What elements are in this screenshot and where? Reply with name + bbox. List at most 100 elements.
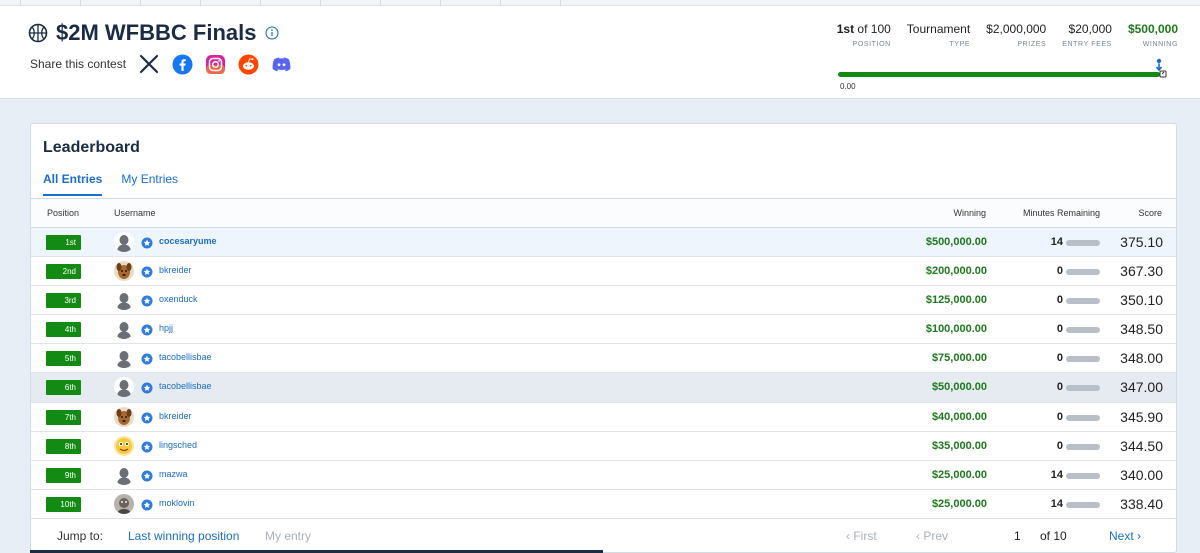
position-label: POSITION [852,41,891,48]
position-badge: 8th [46,438,81,454]
first-page-button[interactable]: ‹ First [846,529,877,543]
column-header-position[interactable]: Position [47,208,79,218]
username-link[interactable]: lingsched [159,440,197,450]
winnings-progress-bar [838,72,1160,77]
avatar[interactable] [114,493,134,514]
minutes-remaining: 14 [1050,497,1063,510]
position-badge: 7th [46,409,81,425]
table-row[interactable]: 10th moklovin $25,000.00 14 338.40 [31,490,1176,519]
minutes-remaining-bar [1066,327,1100,334]
next-page-button[interactable]: Next › [1109,529,1141,543]
my-entry-link[interactable]: My entry [265,529,311,543]
column-header-score[interactable]: Score [1138,208,1162,218]
minutes-remaining-bar [1066,472,1100,479]
badge-star-icon [141,381,153,394]
contest-header: $2M WFBBC Finals Share this contest 1st … [0,6,1200,99]
avatar[interactable] [114,377,134,398]
position-badge: 9th [46,467,81,483]
score-value: 375.10 [1120,234,1163,250]
winning-amount: $25,000.00 [931,468,987,481]
table-row[interactable]: 6th tacobellisbae $50,000.00 0 347.00 [31,373,1176,403]
avatar[interactable] [114,319,134,340]
minutes-remaining: 0 [1056,294,1063,307]
position-badge: 5th [46,351,81,367]
badge-star-icon [141,440,153,453]
minutes-remaining-bar [1066,269,1100,276]
winning-value: $500,000 [1127,22,1178,36]
minutes-remaining-bar [1066,240,1100,246]
minutes-remaining-bar [1066,501,1100,508]
last-winning-position-link[interactable]: Last winning position [128,529,239,543]
column-header-username[interactable]: Username [114,208,156,218]
score-value: 348.50 [1120,321,1163,338]
info-icon[interactable] [265,26,280,40]
score-value: 340.00 [1120,466,1163,483]
facebook-icon[interactable] [171,53,193,75]
avatar[interactable] [114,435,134,456]
stat-winning: $500,000 WINNING [1128,22,1178,48]
username-link[interactable]: tacobellisbae [159,352,212,362]
table-row[interactable]: 5th tacobellisbae $75,000.00 0 348.00 [31,344,1176,374]
page-number-input[interactable]: 1 [1014,529,1021,543]
type-value: Tournament [906,22,971,36]
table-row[interactable]: 2nd bkreider $200,000.00 0 367.30 [31,257,1176,287]
column-header-minutes-remaining[interactable]: Minutes Remaining [1023,208,1100,218]
prev-page-button[interactable]: ‹ Prev [916,529,948,543]
winning-amount: $75,000.00 [931,352,987,365]
table-row[interactable]: 7th bkreider $40,000.00 0 345.90 [31,403,1176,432]
minutes-remaining: 0 [1056,410,1063,423]
table-row[interactable]: 1st cocesaryume $500,000.00 14 375.10 [31,228,1176,258]
badge-star-icon [141,323,153,336]
position-rank: 1st [836,22,855,36]
table-row[interactable]: 4th hpjj $100,000.00 0 348.50 [31,315,1176,345]
badge-star-icon [141,294,153,307]
discord-icon[interactable] [270,53,292,75]
tab-all-entries[interactable]: All Entries [43,172,103,196]
avatar[interactable] [114,261,134,282]
winning-amount: $40,000.00 [931,410,987,423]
username-link[interactable]: bkreider [159,265,192,275]
minutes-remaining: 0 [1056,352,1063,365]
avatar[interactable] [114,348,134,369]
minutes-remaining: 0 [1056,265,1063,278]
avatar[interactable] [114,232,134,252]
position-badge: 10th [46,496,81,512]
badge-star-icon [141,236,153,249]
username-link[interactable]: hpjj [159,323,173,333]
table-row[interactable]: 9th mazwa $25,000.00 14 340.00 [31,461,1176,490]
title-row: $2M WFBBC Finals [28,20,280,46]
table-row[interactable]: 8th lingsched $35,000.00 0 344.50 [31,432,1176,461]
leaderboard-title: Leaderboard [43,139,140,156]
column-header-winning[interactable]: Winning [953,208,986,218]
table-row[interactable]: 3rd oxenduck $125,000.00 0 350.10 [31,286,1176,316]
username-link[interactable]: tacobellisbae [159,381,212,391]
instagram-icon[interactable] [204,53,226,75]
jump-to-label: Jump to: [57,529,104,543]
avatar[interactable] [114,290,134,311]
winning-label: WINNING [1142,41,1178,48]
leaderboard-card: Leaderboard All Entries My Entries Posit… [30,123,1177,553]
x-icon[interactable] [138,53,160,75]
reddit-icon[interactable] [237,53,259,75]
minutes-remaining: 0 [1056,323,1063,336]
username-link[interactable]: moklovin [159,498,195,508]
winning-amount: $35,000.00 [931,439,987,452]
minutes-remaining-bar [1066,385,1100,392]
username-link[interactable]: bkreider [159,411,192,421]
badge-star-icon [141,265,153,278]
winning-amount: $500,000.00 [925,236,987,248]
username-link[interactable]: oxenduck [159,294,198,304]
stat-entry-fees: $20,000 ENTRY FEES [1062,22,1112,48]
basketball-icon [28,23,48,43]
avatar[interactable] [114,406,134,427]
prizes-value: $2,000,000 [986,22,1047,36]
username-link[interactable]: mazwa [159,469,188,479]
tab-my-entries[interactable]: My Entries [121,172,178,196]
winning-amount: $200,000.00 [925,265,987,278]
stat-type: Tournament TYPE [907,22,970,48]
avatar[interactable] [114,464,134,485]
winning-amount: $25,000.00 [931,497,987,510]
minutes-remaining-bar [1066,298,1100,305]
minutes-remaining: 0 [1056,439,1063,452]
username-link[interactable]: cocesaryume [159,236,217,246]
